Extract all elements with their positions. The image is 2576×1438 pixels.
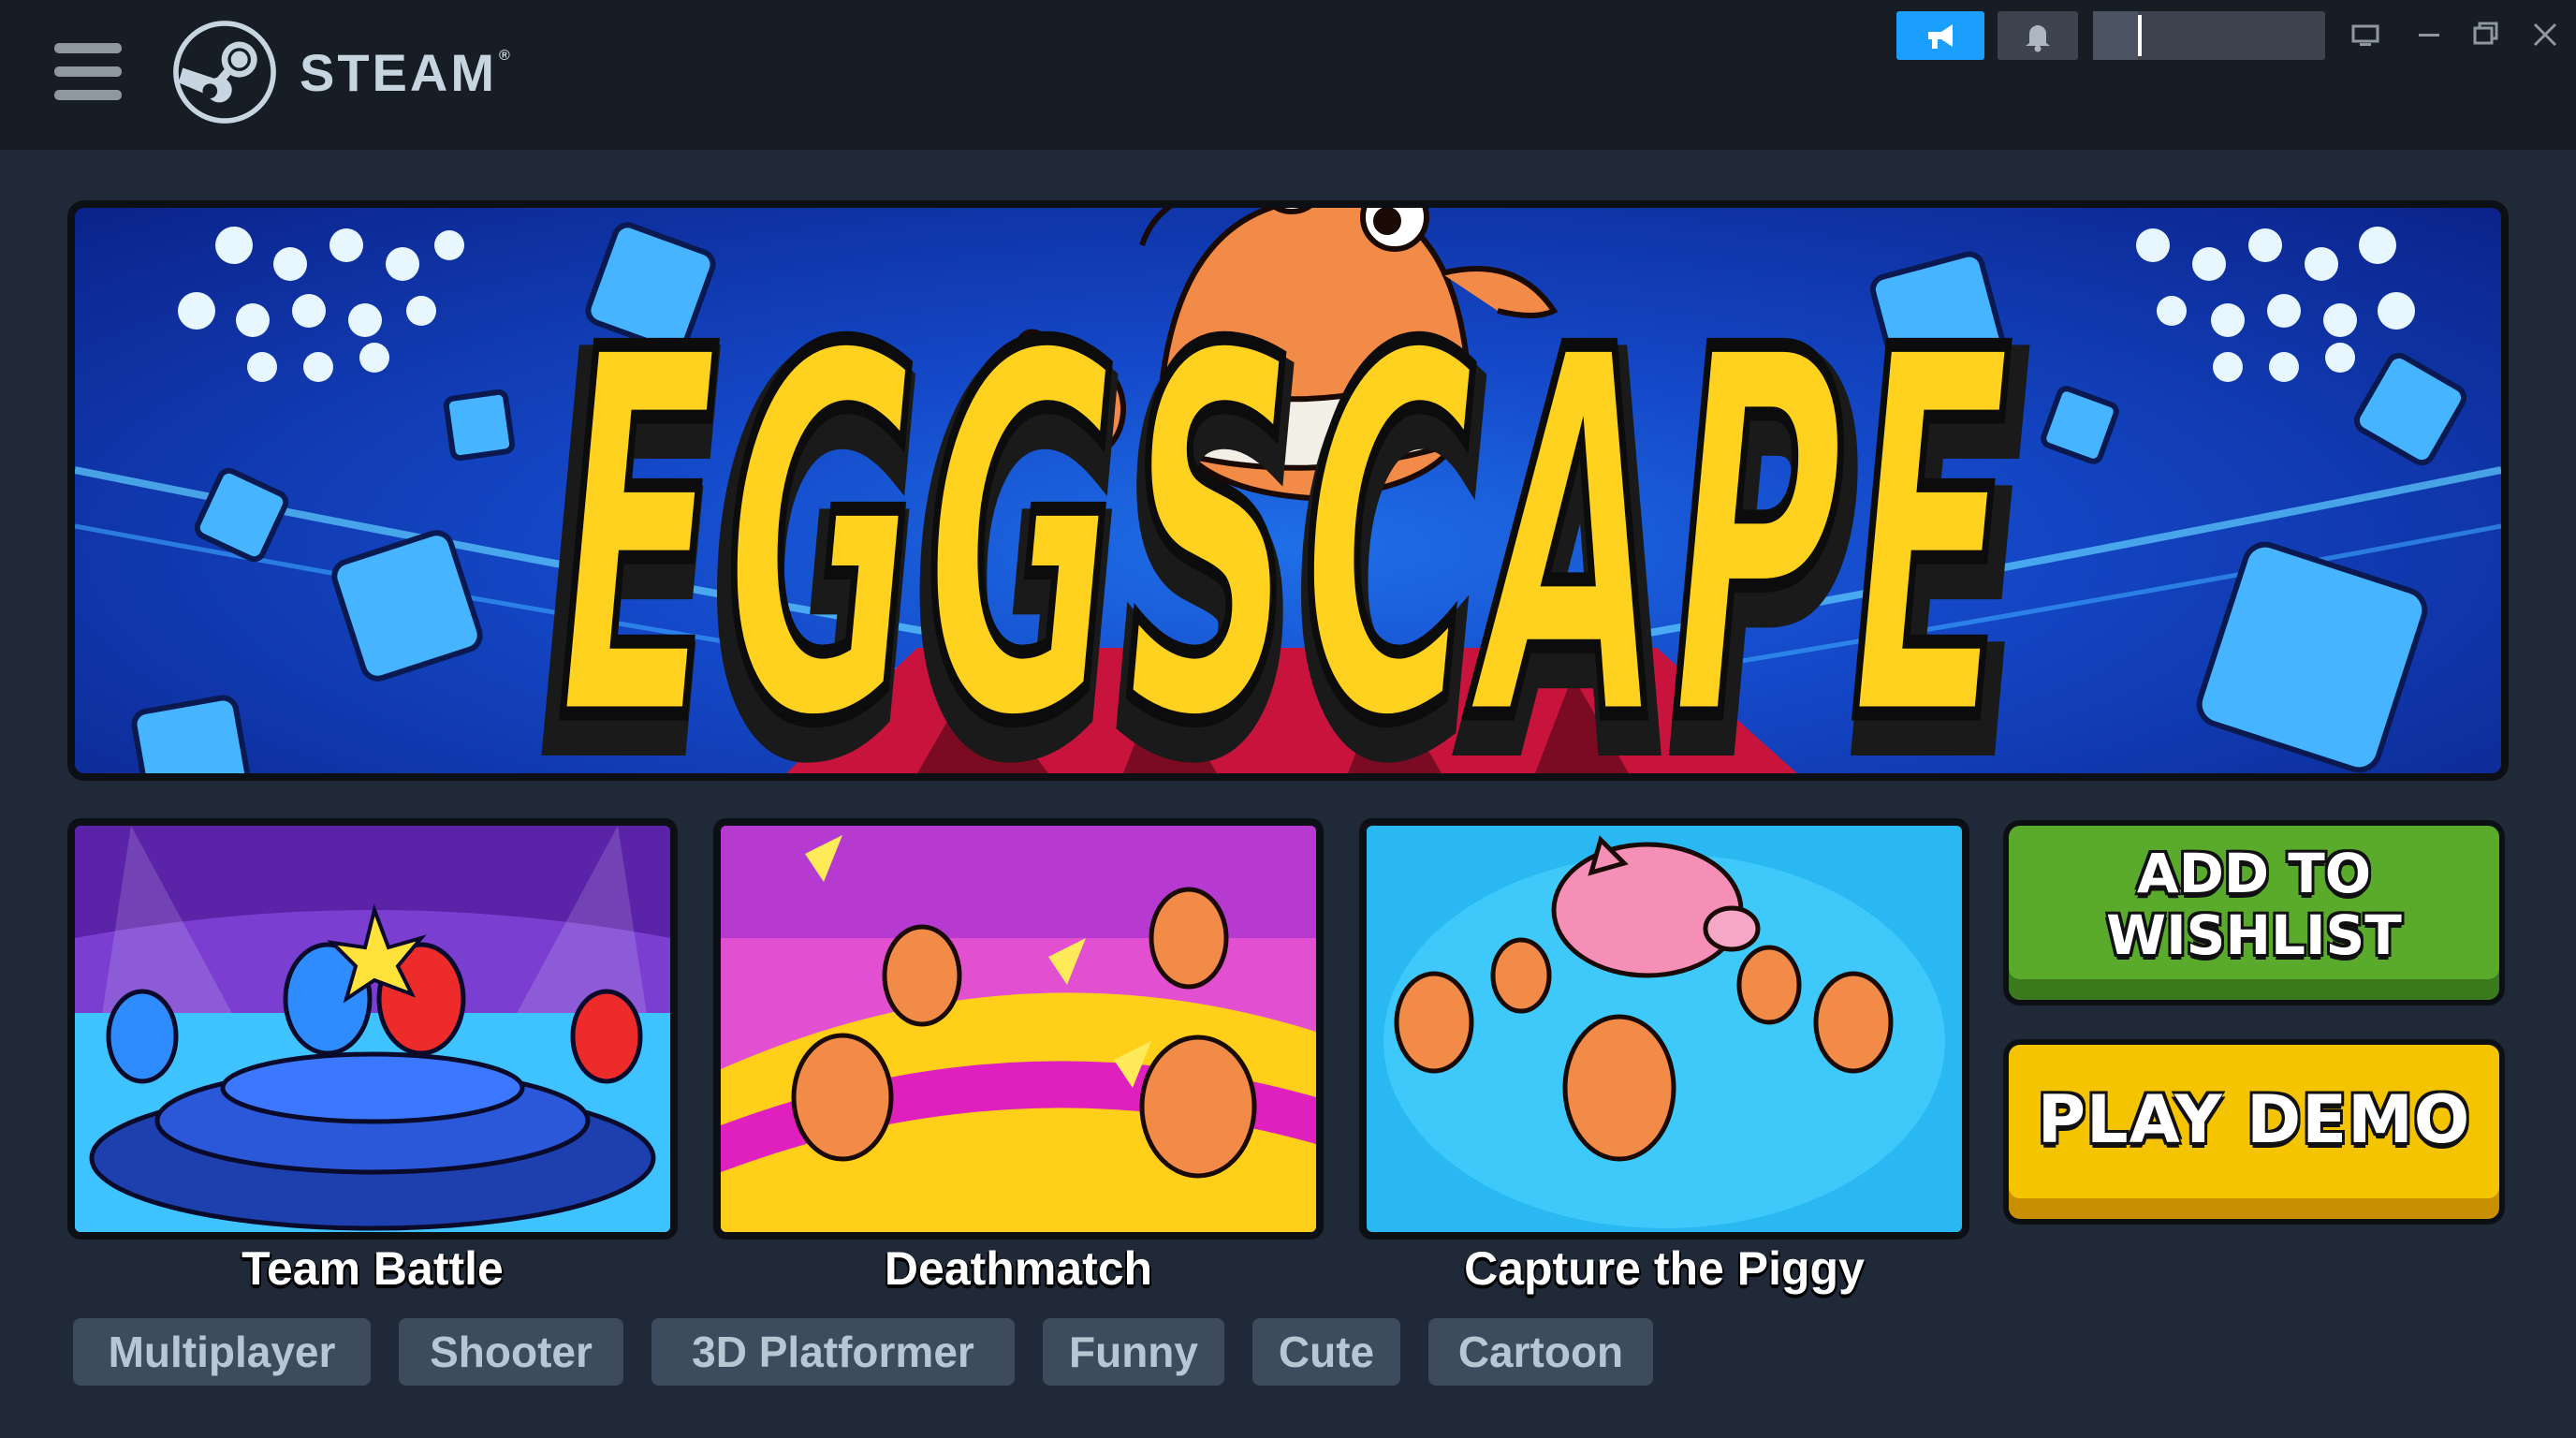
notifications-button[interactable] [1998,11,2078,60]
wishlist-label-line1: ADD TO [2136,842,2372,905]
maximize-button[interactable] [2464,13,2507,56]
bell-icon [2026,25,2050,52]
avatar [2093,11,2138,60]
steam-wordmark: STEAM ® [300,43,513,102]
mode-card-capture-the-piggy[interactable] [1359,818,1969,1240]
maximize-icon [2473,22,2498,45]
minimize-icon [2419,34,2439,37]
team-battle-art [75,826,670,1232]
steam-titlebar: STEAM ® [0,0,2576,150]
hamburger-menu-icon[interactable] [54,43,125,101]
big-picture-button[interactable] [2344,13,2387,56]
mode-label-team-battle: Team Battle [242,1242,504,1295]
tag-multiplayer[interactable]: Multiplayer [73,1318,371,1386]
close-button[interactable] [2524,13,2567,56]
hero-banner[interactable]: EGGSCAPE EGGSCAPE [67,200,2509,781]
game-title: EGGSCAPE [558,245,2018,773]
play-demo-button[interactable]: PLAY DEMO [2003,1039,2505,1225]
megaphone-icon [1928,24,1953,49]
close-icon [2533,22,2557,47]
store-page: EGGSCAPE EGGSCAPE Team Battle Deathmatch… [0,150,2576,1438]
tag-shooter[interactable]: Shooter [399,1318,623,1386]
minimize-button[interactable] [2408,13,2451,56]
wishlist-label-line2: WISHLIST [2106,903,2402,967]
tag-3d-platformer[interactable]: 3D Platformer [651,1318,1015,1386]
account-menu-button[interactable] [2093,11,2325,60]
mode-label-capture-the-piggy: Capture the Piggy [1464,1242,1865,1295]
monitor-icon [2351,24,2379,46]
deathmatch-art [721,826,1316,1232]
add-to-wishlist-button[interactable]: ADD TO WISHLIST [2003,820,2505,1005]
tag-cartoon[interactable]: Cartoon [1428,1318,1653,1386]
mode-label-deathmatch: Deathmatch [884,1242,1153,1295]
account-divider [2138,15,2142,56]
game-logo: EGGSCAPE EGGSCAPE [532,240,2036,773]
tag-cute[interactable]: Cute [1252,1318,1400,1386]
mode-card-team-battle[interactable] [67,818,678,1240]
tag-funny[interactable]: Funny [1043,1318,1224,1386]
capture-the-piggy-art [1367,826,1962,1232]
mode-card-deathmatch[interactable] [713,818,1324,1240]
announcements-button[interactable] [1896,11,1984,60]
steam-logo-icon[interactable] [172,20,277,125]
play-demo-label: PLAY DEMO [2037,1081,2471,1158]
